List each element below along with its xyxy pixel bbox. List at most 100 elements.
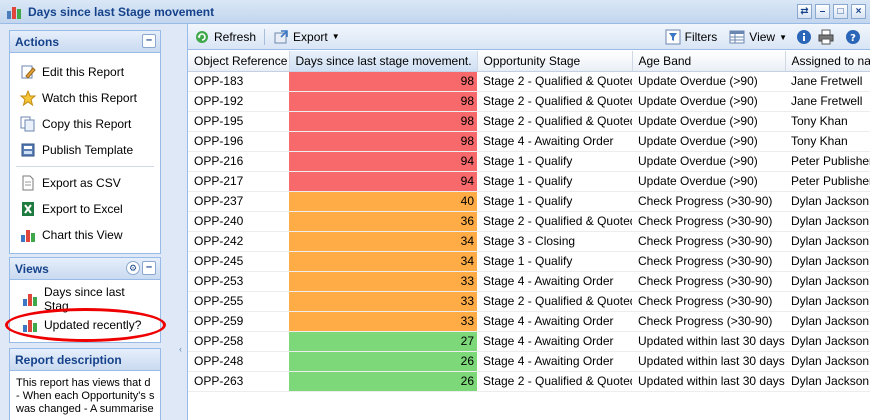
cell-days-since: 98 [289, 91, 477, 112]
report-main-area: Refresh Export ▼ Filters View ▼ ? Object… [187, 24, 870, 420]
table-row[interactable]: OPP-242 34 Stage 3 - Closing Check Progress… [188, 231, 870, 252]
description-panel-title: Report description [15, 352, 122, 367]
close-window-button[interactable]: × [851, 4, 866, 19]
cell-assigned-to: Dylan Jackson [785, 211, 870, 232]
action-edit-report[interactable]: Edit this Report [10, 59, 160, 85]
cell-object-reference: OPP-248 [188, 351, 289, 372]
view-menu-button[interactable]: View ▼ [723, 26, 793, 48]
column-header-opportunity-stage[interactable]: Opportunity Stage [477, 51, 633, 72]
description-line: This report has views that d [16, 377, 151, 389]
actions-panel-header: Actions – [10, 31, 160, 53]
cell-opportunity-stage: Stage 2 - Qualified & Quoted [477, 371, 632, 392]
filter-icon [665, 29, 681, 45]
collapse-actions-button[interactable]: – [142, 34, 156, 48]
views-panel-header: Views ⚙ – [10, 258, 160, 280]
cell-assigned-to: Jane Fretwell [785, 91, 870, 112]
print-button[interactable] [815, 26, 837, 48]
grid-toolbar: Refresh Export ▼ Filters View ▼ ? [188, 24, 870, 50]
table-row[interactable]: OPP-216 94 Stage 1 - Qualify Update Overdue… [188, 151, 870, 172]
description-text: This report has views that d - When each… [10, 371, 160, 420]
description-line: was changed - A summarise [16, 403, 154, 415]
cell-age-band: Check Progress (>30-90) [632, 311, 785, 332]
action-label: Publish Template [42, 143, 134, 157]
filters-button[interactable]: Filters [659, 26, 724, 48]
excel-icon [22, 202, 34, 216]
column-header-assigned-to[interactable]: Assigned to na [785, 51, 870, 72]
cell-assigned-to: Dylan Jackson [785, 231, 870, 252]
cell-assigned-to: Tony Khan [785, 131, 870, 152]
cell-opportunity-stage: Stage 2 - Qualified & Quoted [477, 71, 632, 92]
cell-assigned-to: Peter Publisher [785, 171, 870, 192]
cell-object-reference: OPP-183 [188, 71, 289, 92]
cell-opportunity-stage: Stage 1 - Qualify [477, 191, 632, 212]
refresh-button[interactable]: Refresh [188, 26, 262, 48]
minimize-window-button[interactable]: – [815, 4, 830, 19]
table-row[interactable]: OPP-195 98 Stage 2 - Qualified & Quoted Upd… [188, 111, 870, 132]
table-row[interactable]: OPP-196 98 Stage 4 - Awaiting Order Update … [188, 131, 870, 152]
action-copy-report[interactable]: Copy this Report [10, 111, 160, 137]
window-titlebar: Days since last Stage movement ⇄ – □ × [0, 0, 870, 24]
export-label: Export [293, 29, 328, 44]
cell-assigned-to: Dylan Jackson [785, 251, 870, 272]
cell-assigned-to: Tony Khan [785, 111, 870, 132]
cell-assigned-to: Dylan Jackson [785, 311, 870, 332]
action-label: Watch this Report [42, 91, 137, 105]
cell-opportunity-stage: Stage 1 - Qualify [477, 171, 632, 192]
export-menu-button[interactable]: Export ▼ [267, 26, 346, 48]
description-panel-header: Report description [10, 349, 160, 371]
edit-icon [21, 65, 36, 79]
description-line: - When each Opportunity's s [16, 390, 155, 402]
action-export-excel[interactable]: Export to Excel [10, 196, 160, 222]
table-row[interactable]: OPP-237 40 Stage 1 - Qualify Check Progress… [188, 191, 870, 212]
action-watch-report[interactable]: Watch this Report [10, 85, 160, 111]
action-export-csv[interactable]: Export as CSV [10, 170, 160, 196]
restore-window-button[interactable]: ⇄ [797, 4, 812, 19]
cell-age-band: Check Progress (>30-90) [632, 271, 785, 292]
cell-days-since: 98 [289, 71, 477, 92]
action-label: Copy this Report [42, 117, 132, 131]
action-chart-view[interactable]: Chart this View [10, 222, 160, 248]
table-row[interactable]: OPP-259 33 Stage 4 - Awaiting Order Check P… [188, 311, 870, 332]
cell-assigned-to: Dylan Jackson [785, 351, 870, 372]
cell-age-band: Updated within last 30 days [632, 371, 785, 392]
cell-days-since: 94 [289, 151, 477, 172]
table-row[interactable]: OPP-248 26 Stage 4 - Awaiting Order Updated… [188, 351, 870, 372]
sidebar-collapse-handle[interactable]: ‹ [179, 344, 187, 354]
column-header-object-reference[interactable]: Object Reference [188, 51, 290, 72]
table-row[interactable]: OPP-258 27 Stage 4 - Awaiting Order Updated… [188, 331, 870, 352]
actions-panel: Actions – Edit this Report Watch this Re… [9, 30, 161, 254]
maximize-window-button[interactable]: □ [833, 4, 848, 19]
table-row[interactable]: OPP-240 36 Stage 2 - Qualified & Quoted Che… [188, 211, 870, 232]
cell-age-band: Check Progress (>30-90) [632, 251, 785, 272]
report-table: Object Reference Days since last stage m… [188, 51, 870, 392]
cell-age-band: Update Overdue (>90) [632, 111, 785, 132]
cell-object-reference: OPP-259 [188, 311, 289, 332]
table-row[interactable]: OPP-217 94 Stage 1 - Qualify Update Overdue… [188, 171, 870, 192]
collapse-views-button[interactable]: – [142, 261, 156, 275]
views-settings-gear-icon[interactable]: ⚙ [126, 261, 140, 275]
column-header-days-since[interactable]: Days since last stage movement. [289, 51, 478, 72]
cell-age-band: Check Progress (>30-90) [632, 231, 785, 252]
table-row[interactable]: OPP-263 26 Stage 2 - Qualified & Quoted Upd… [188, 371, 870, 392]
cell-days-since: 36 [289, 211, 477, 232]
info-button[interactable] [793, 26, 815, 48]
table-row[interactable]: OPP-253 33 Stage 4 - Awaiting Order Check P… [188, 271, 870, 292]
cell-object-reference: OPP-192 [188, 91, 289, 112]
toolbar-divider [264, 28, 266, 45]
table-row[interactable]: OPP-183 98 Stage 2 - Qualified & Quoted Upd… [188, 71, 870, 92]
column-header-age-band[interactable]: Age Band [632, 51, 786, 72]
table-row[interactable]: OPP-255 33 Stage 2 - Qualified & Quoted Che… [188, 291, 870, 312]
action-label: Export as CSV [42, 176, 121, 190]
cell-object-reference: OPP-258 [188, 331, 289, 352]
cell-age-band: Update Overdue (>90) [632, 71, 785, 92]
help-button[interactable]: ? [837, 26, 864, 48]
cell-age-band: Update Overdue (>90) [632, 171, 785, 192]
cell-days-since: 33 [289, 271, 477, 292]
table-row[interactable]: OPP-245 34 Stage 1 - Qualify Check Progress… [188, 251, 870, 272]
table-row[interactable]: OPP-192 98 Stage 2 - Qualified & Quoted Upd… [188, 91, 870, 112]
action-publish-template[interactable]: Publish Template [10, 137, 160, 163]
report-description-panel: Report description This report has views… [9, 348, 161, 420]
cell-object-reference: OPP-253 [188, 271, 289, 292]
svg-text:?: ? [850, 33, 856, 44]
filters-label: Filters [684, 30, 718, 44]
